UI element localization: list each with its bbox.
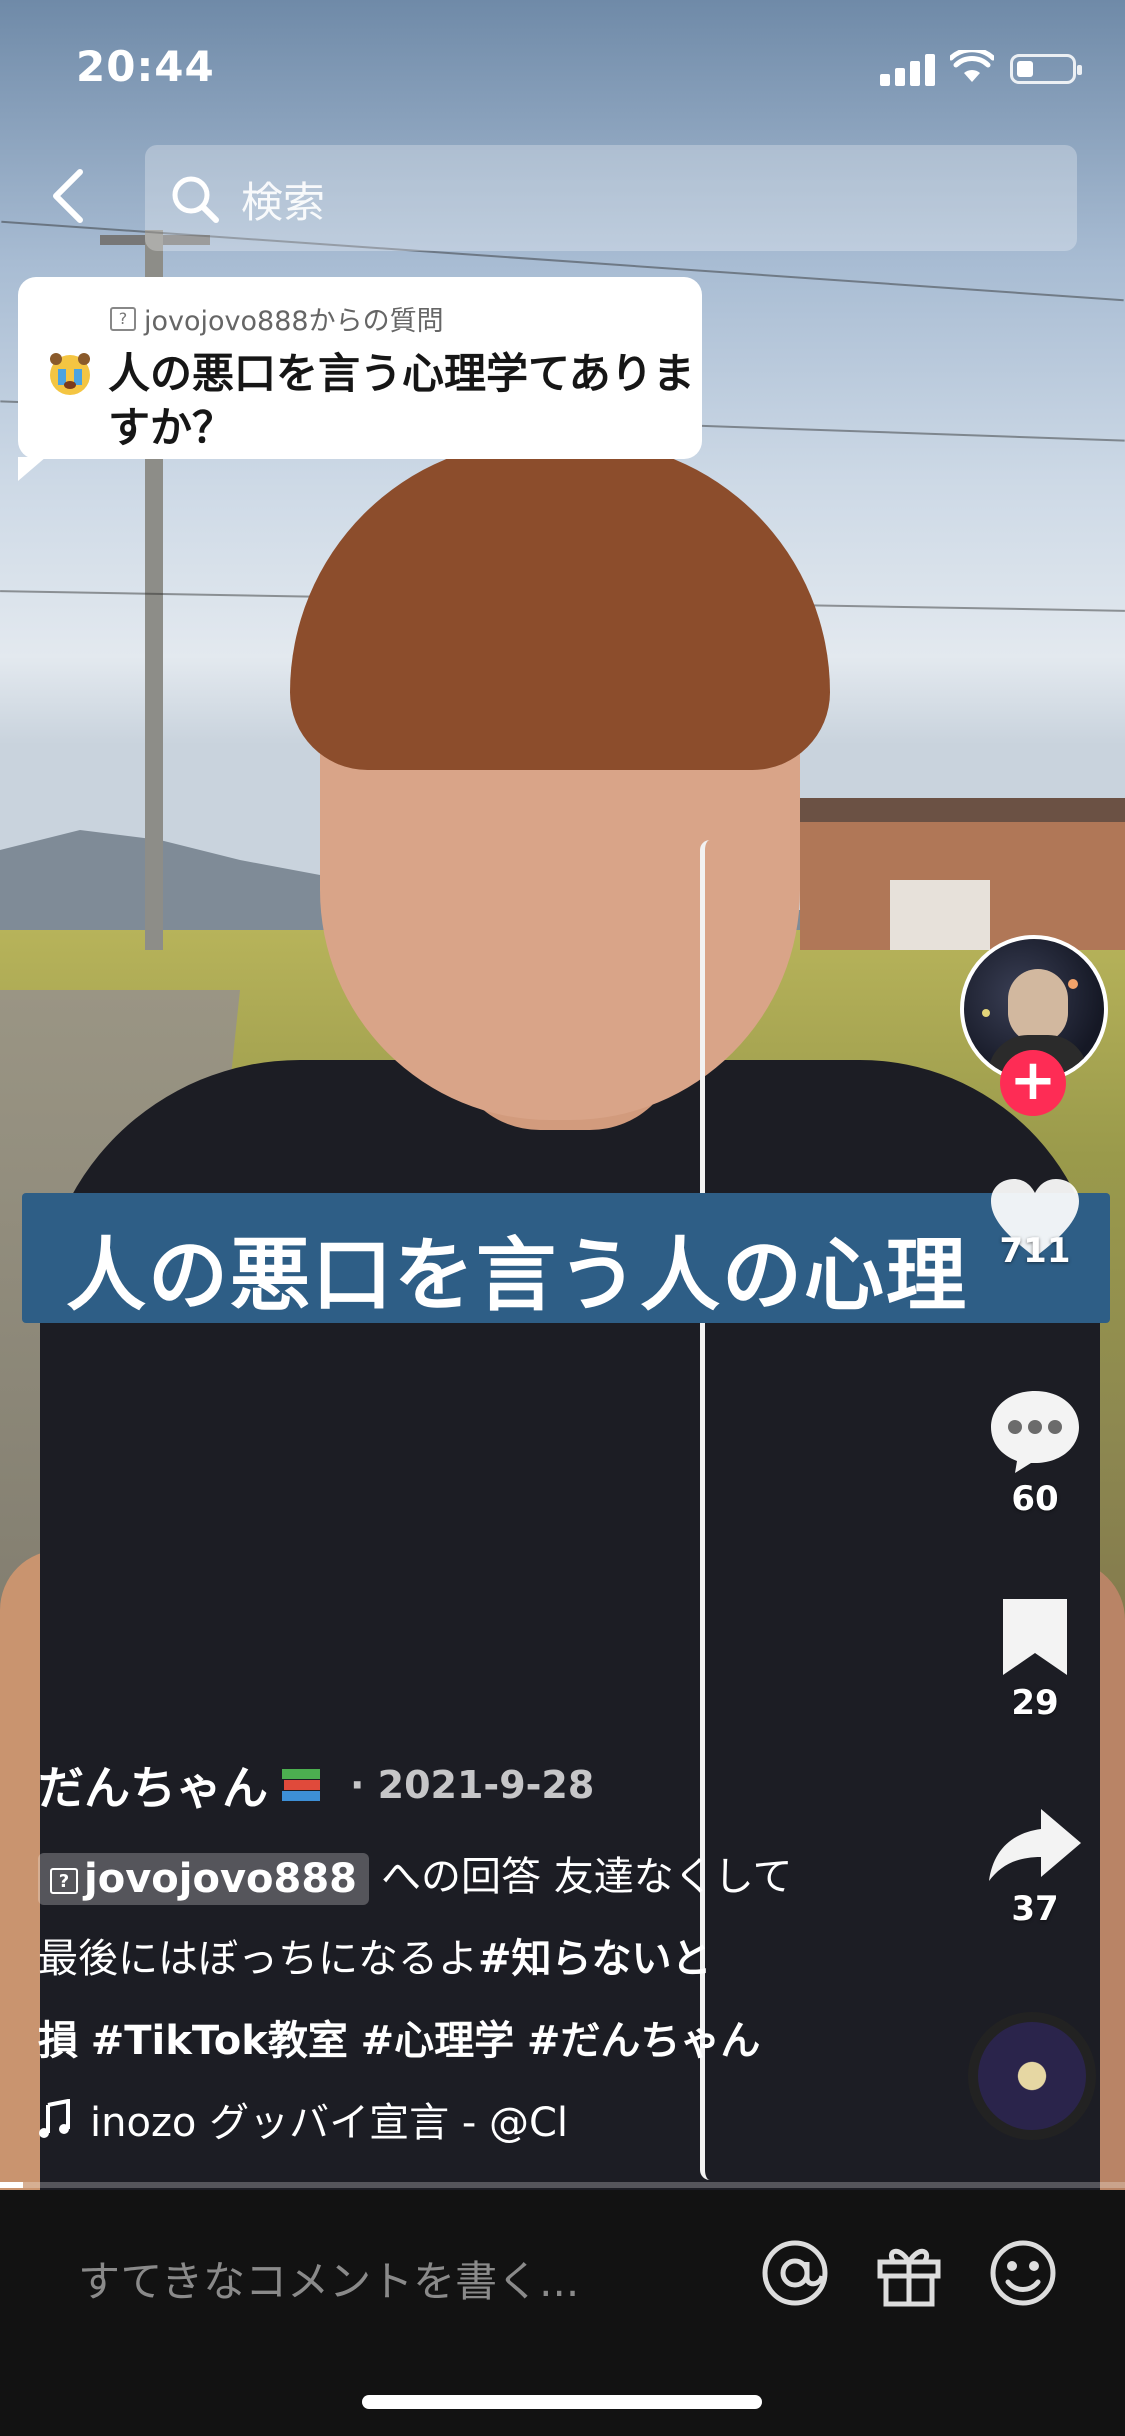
comment-button[interactable]: 60 <box>980 1385 1090 1519</box>
post-description: ? jovojovo888 への回答 友達なくして 最後にはぼっちになるよ#知らない… <box>38 1836 798 2082</box>
bookmark-count: 29 <box>1011 1683 1059 1723</box>
question-icon: ? <box>50 1868 78 1894</box>
question-header: ? jovojovo888からの質問 <box>110 299 444 338</box>
hashtag[interactable]: #心理学 <box>361 2018 515 2064</box>
music-row[interactable]: inozo グッバイ宣言 - @Cl <box>38 2090 568 2148</box>
crying-face-emoji-icon <box>50 353 90 395</box>
mention-icon[interactable] <box>760 2238 830 2308</box>
share-count: 37 <box>1011 1889 1059 1929</box>
bookmark-button[interactable]: 29 <box>980 1595 1090 1723</box>
back-icon[interactable] <box>48 168 88 224</box>
question-icon: ? <box>110 306 136 331</box>
battery-icon <box>1010 54 1082 84</box>
books-emoji-icon <box>282 1769 320 1801</box>
comment-input[interactable]: すてきなコメントを書く... <box>78 2248 579 2309</box>
video-caption-text: 人の悪口を言う人の心理 <box>66 1229 968 1322</box>
post-date: · 2021-9-28 <box>350 1763 595 1807</box>
author-row: だんちゃん · 2021-9-28 <box>38 1752 594 1818</box>
search-bar[interactable]: 検索 <box>145 145 1077 251</box>
follow-button[interactable]: + <box>1000 1050 1066 1116</box>
wifi-icon <box>950 50 994 82</box>
status-time: 20:44 <box>76 42 215 91</box>
search-placeholder: 検索 <box>241 178 326 227</box>
question-sticker[interactable]: ? jovojovo888からの質問 人の悪口を言う心理学てありますか？ <box>18 277 702 481</box>
hashtag-continued[interactable]: 損 <box>38 2018 78 2064</box>
desc-text: への回答 友達なくして <box>381 1854 793 1900</box>
hashtag[interactable]: #知らないと <box>478 1936 712 1982</box>
comment-icon <box>991 1391 1079 1473</box>
emoji-icon[interactable] <box>988 2238 1058 2308</box>
video-progress-fill <box>0 2182 23 2188</box>
music-disc[interactable] <box>968 2012 1096 2140</box>
music-title: inozo グッバイ宣言 - @Cl <box>90 2100 569 2146</box>
share-icon <box>989 1809 1081 1881</box>
author-name[interactable]: だんちゃん <box>38 1752 268 1818</box>
search-icon <box>172 176 219 223</box>
reply-user: jovojovo888 <box>84 1856 357 1902</box>
question-text: 人の悪口を言う心理学てありますか？ <box>108 349 695 452</box>
comment-count: 60 <box>1011 1479 1059 1519</box>
music-note-icon <box>39 2099 70 2138</box>
reply-chip[interactable]: ? jovojovo888 <box>38 1853 369 1905</box>
video-caption-banner: 人の悪口を言う人の心理 <box>22 1193 1110 1323</box>
home-indicator <box>362 2395 762 2409</box>
desc-text: 最後にはぼっちになるよ <box>38 1936 478 1982</box>
gift-icon[interactable] <box>874 2238 944 2308</box>
video-progress-bar[interactable] <box>0 2182 1125 2188</box>
hashtag[interactable]: #TikTok教室 <box>91 2018 348 2064</box>
bookmark-icon <box>1003 1599 1067 1675</box>
hashtag[interactable]: #だんちゃん <box>527 2018 761 2064</box>
question-from: jovojovo888からの質問 <box>144 306 444 337</box>
like-button[interactable]: 711 <box>980 1175 1090 1271</box>
cellular-signal-icon <box>880 52 936 86</box>
share-button[interactable]: 37 <box>980 1805 1090 1929</box>
tiktok-video-screen: 20:44 検索 ? jovojovo888からの質問 人の悪口を言う心理学てあ… <box>0 0 1125 2436</box>
status-bar: 20:44 <box>0 0 1125 140</box>
